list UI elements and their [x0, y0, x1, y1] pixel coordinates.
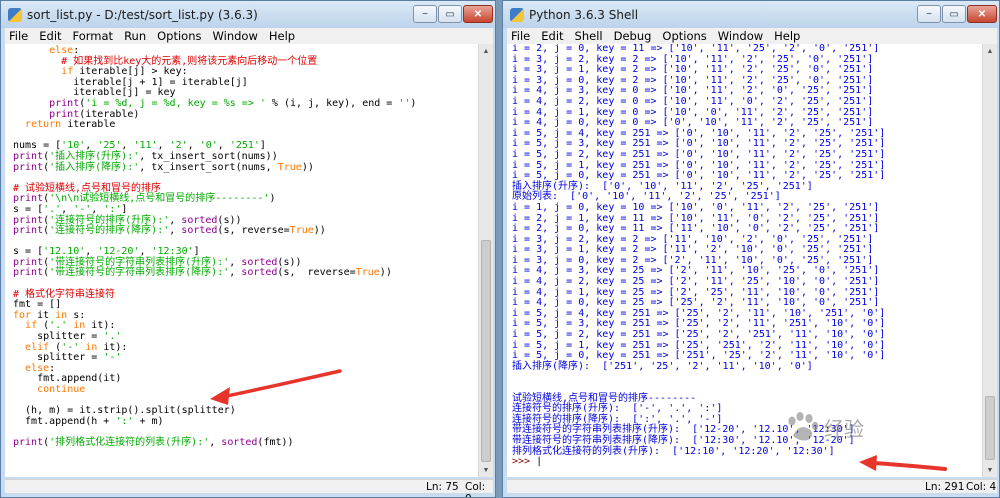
- shell-titlebar[interactable]: Python 3.6.3 Shell − ▭ ✕: [503, 1, 999, 28]
- code-line: fmt.append(h + ':' + m): [13, 415, 164, 427]
- menu-options[interactable]: Options: [662, 29, 706, 43]
- menu-edit[interactable]: Edit: [39, 29, 61, 43]
- scroll-down-arrow-icon[interactable]: ▼: [983, 463, 997, 477]
- shell-statusbar: Ln: 291 Col: 4: [507, 479, 997, 493]
- maximize-button[interactable]: ▭: [942, 5, 966, 23]
- minimize-button[interactable]: −: [413, 5, 437, 23]
- text-cursor: |: [536, 456, 543, 468]
- shell-menubar: File Edit Shell Debug Options Window Hel…: [507, 28, 997, 44]
- python-shell-icon: [510, 7, 524, 22]
- menu-window[interactable]: Window: [718, 29, 763, 43]
- code-line: # 格式化字符串连接符: [13, 288, 116, 300]
- paw-logo-icon: [788, 412, 819, 441]
- menu-window[interactable]: Window: [213, 29, 258, 43]
- watermark-text: 经验: [824, 416, 864, 441]
- code-line: print('连接符号的排序(降序):', sorted(s, reverse=…: [13, 225, 326, 237]
- shell-window: Python 3.6.3 Shell − ▭ ✕ File Edit Shell…: [502, 0, 1000, 498]
- menu-shell[interactable]: Shell: [575, 29, 603, 43]
- shell-title: Python 3.6.3 Shell: [529, 7, 639, 22]
- close-button[interactable]: ✕: [967, 5, 997, 23]
- code-line: print('带连接符号的字符串列表排序(降序):', sorted(s, re…: [13, 267, 392, 279]
- code-line: print('插入排序(降序):', tx_insert_sort(nums, …: [13, 161, 314, 173]
- annotation-arrow-left: [210, 369, 342, 405]
- python-idle-icon: [8, 7, 22, 22]
- status-line: Ln: 291: [925, 481, 965, 493]
- code-editor[interactable]: else: # 如果找到比key大的元素,则将该元素向后移动一个位置 if it…: [5, 44, 478, 477]
- editor-statusbar: Ln: 75 Col: 0: [5, 479, 493, 497]
- menu-run[interactable]: Run: [124, 29, 146, 43]
- editor-scrollbar[interactable]: ▲ ▼: [478, 44, 493, 477]
- scroll-up-arrow-icon[interactable]: ▲: [479, 44, 493, 58]
- status-column: Col: 0: [465, 481, 486, 497]
- shell-output-line: 插入排序(降序): ['251', '25', '2', '11', '10',…: [512, 360, 813, 372]
- editor-menubar: File Edit Format Run Options Window Help: [5, 28, 493, 44]
- menu-file[interactable]: File: [511, 29, 530, 43]
- menu-help[interactable]: Help: [269, 29, 295, 43]
- menu-options[interactable]: Options: [157, 29, 201, 43]
- scroll-thumb[interactable]: [481, 240, 491, 462]
- code-line: splitter = '-': [13, 352, 122, 364]
- status-column: Col: 4: [966, 481, 997, 493]
- menu-file[interactable]: File: [9, 29, 28, 43]
- maximize-button[interactable]: ▭: [438, 5, 462, 23]
- shell-output[interactable]: i = 2, j = 0, key = 11 => ['10', '11', '…: [507, 44, 982, 477]
- editor-title: sort_list.py - D:/test/sort_list.py (3.6…: [27, 7, 258, 22]
- watermark: 经验: [785, 412, 864, 442]
- code-line: return iterable: [25, 119, 116, 131]
- close-button[interactable]: ✕: [463, 5, 493, 23]
- code-line: print('排列格式化连接符的列表(升序):', sorted(fmt)): [13, 436, 294, 448]
- status-line: Ln: 75: [426, 481, 459, 493]
- menu-debug[interactable]: Debug: [614, 29, 652, 43]
- annotation-arrow-right: [859, 455, 947, 471]
- shell-output-line: [512, 372, 982, 383]
- scroll-up-arrow-icon[interactable]: ▲: [983, 44, 997, 58]
- editor-window: sort_list.py - D:/test/sort_list.py (3.6…: [0, 0, 496, 498]
- shell-scrollbar[interactable]: ▲ ▼: [982, 44, 997, 477]
- scroll-down-arrow-icon[interactable]: ▼: [479, 463, 493, 477]
- menu-help[interactable]: Help: [774, 29, 800, 43]
- minimize-button[interactable]: −: [917, 5, 941, 23]
- editor-titlebar[interactable]: sort_list.py - D:/test/sort_list.py (3.6…: [1, 1, 495, 28]
- scroll-thumb[interactable]: [985, 396, 995, 460]
- menu-format[interactable]: Format: [73, 29, 114, 43]
- menu-edit[interactable]: Edit: [541, 29, 563, 43]
